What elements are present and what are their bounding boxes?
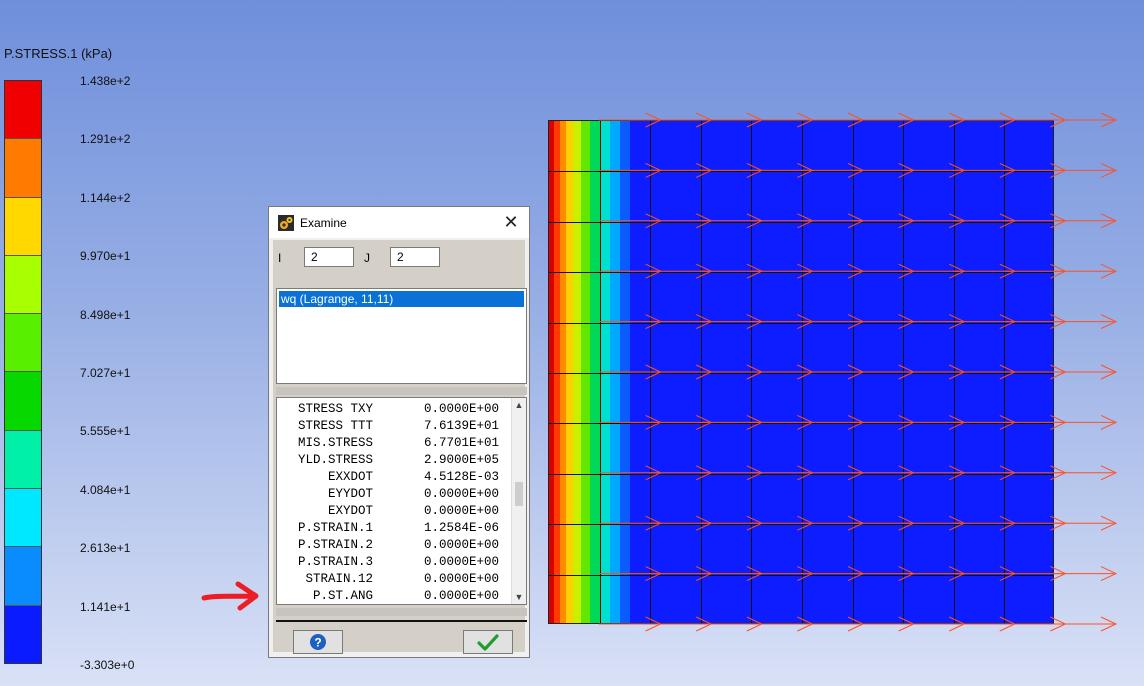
- result-value: 6.7701E+01: [423, 436, 499, 450]
- result-row[interactable]: EYYDOT 0.0000E+00: [283, 486, 499, 503]
- list-item-selected[interactable]: wq (Lagrange, 11,11): [279, 291, 524, 307]
- load-arrow: [1054, 616, 1118, 632]
- result-key: EXXDOT: [327, 470, 373, 484]
- result-key: STRAIN.12: [305, 572, 373, 586]
- result-row[interactable]: STRESS TXY 0.0000E+00: [283, 401, 499, 418]
- j-index-input[interactable]: [390, 247, 440, 267]
- help-icon: ?: [310, 634, 326, 650]
- result-value: 0.0000E+00: [423, 538, 499, 552]
- load-arrow: [1054, 364, 1118, 380]
- i-label: I: [278, 251, 282, 265]
- j-label: J: [364, 251, 370, 265]
- i-index-input[interactable]: [304, 247, 354, 267]
- element-listbox[interactable]: wq (Lagrange, 11,11): [276, 288, 527, 384]
- dialog-body: I J wq (Lagrange, 11,11) STRESS TXY 0.000…: [273, 240, 527, 654]
- result-key: STRESS TTT: [297, 419, 373, 433]
- results-scrollbar[interactable]: ▲ ▼: [511, 398, 526, 604]
- result-value: 0.0000E+00: [423, 572, 499, 586]
- dialog-titlebar[interactable]: Examine ✕: [269, 207, 529, 238]
- result-value: 2.9000E+05: [423, 453, 499, 467]
- help-button[interactable]: ?: [293, 630, 343, 654]
- result-row[interactable]: STRAIN.12 0.0000E+00: [283, 571, 499, 588]
- gear-icon: [278, 214, 294, 231]
- load-arrow: [1054, 515, 1118, 531]
- result-key: EYYDOT: [327, 487, 373, 501]
- load-arrow: [1054, 213, 1118, 229]
- result-key: EXYDOT: [327, 504, 373, 518]
- ok-button[interactable]: [463, 630, 513, 654]
- result-value: 7.6139E+01: [423, 419, 499, 433]
- load-arrow: [1054, 162, 1118, 178]
- pane-divider-bottom: [276, 608, 527, 616]
- results-list[interactable]: STRESS TXY 0.0000E+00 STRESS TTT 7.6139E+01…: [276, 397, 527, 605]
- dialog-title: Examine: [300, 215, 347, 230]
- result-key: MIS.STRESS: [297, 436, 373, 450]
- results-rows: STRESS TXY 0.0000E+00 STRESS TTT 7.6139E+01…: [283, 401, 499, 604]
- result-row[interactable]: MIS.STRESS 6.7701E+01: [283, 435, 499, 452]
- result-value: 0.0000E+00: [423, 555, 499, 569]
- svg-text:?: ?: [314, 636, 321, 650]
- result-key: YLD.STRESS: [297, 453, 373, 467]
- result-value: 1.2584E-06: [423, 521, 499, 535]
- result-key: P.ST.ANG: [312, 589, 373, 603]
- result-value: 0.0000E+00: [423, 487, 499, 501]
- load-arrow: [1054, 314, 1118, 330]
- scroll-up-icon[interactable]: ▲: [512, 398, 526, 412]
- load-arrow: [1054, 465, 1118, 481]
- pane-divider[interactable]: [276, 387, 527, 395]
- load-arrows: [598, 112, 1118, 632]
- scroll-thumb[interactable]: [515, 482, 523, 506]
- result-value: 4.5128E-03: [423, 470, 499, 484]
- result-key: P.STRAIN.3: [297, 555, 373, 569]
- result-row[interactable]: P.STRAIN.3 0.0000E+00: [283, 554, 499, 571]
- result-key: STRESS TXY: [297, 402, 373, 416]
- load-arrow: [1054, 566, 1118, 582]
- load-arrow: [1054, 414, 1118, 430]
- result-value: 0.0000E+00: [423, 589, 499, 603]
- result-key: P.STRAIN.2: [297, 538, 373, 552]
- examine-dialog: Examine ✕ I J wq (Lagrange, 11,11) STRES…: [268, 206, 530, 658]
- result-key: P.STRAIN.1: [297, 521, 373, 535]
- separator: [276, 620, 527, 622]
- result-row[interactable]: P.STRAIN.1 1.2584E-06: [283, 520, 499, 537]
- result-row[interactable]: P.ST.ANG 0.0000E+00: [283, 588, 499, 604]
- scroll-down-icon[interactable]: ▼: [512, 590, 526, 604]
- result-value: 0.0000E+00: [423, 504, 499, 518]
- result-value: 0.0000E+00: [423, 402, 499, 416]
- result-row[interactable]: YLD.STRESS 2.9000E+05: [283, 452, 499, 469]
- index-row: I J: [273, 245, 525, 269]
- load-arrow: [1054, 112, 1118, 128]
- close-icon[interactable]: ✕: [501, 212, 521, 232]
- result-row[interactable]: EXYDOT 0.0000E+00: [283, 503, 499, 520]
- annotation-arrow-icon: [201, 581, 259, 611]
- result-row[interactable]: STRESS TTT 7.6139E+01: [283, 418, 499, 435]
- result-row[interactable]: P.STRAIN.2 0.0000E+00: [283, 537, 499, 554]
- load-arrow: [1054, 263, 1118, 279]
- result-row[interactable]: EXXDOT 4.5128E-03: [283, 469, 499, 486]
- checkmark-icon: [477, 634, 499, 651]
